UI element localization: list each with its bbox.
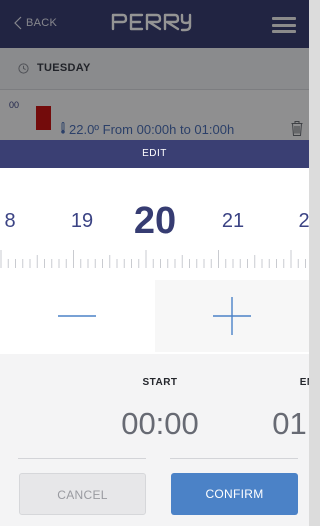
- start-label: START: [142, 377, 178, 388]
- schedule-entry-text: 22.0º From 00:00h to 01:00h: [69, 122, 235, 137]
- end-divider: [170, 458, 298, 459]
- end-label: END: [299, 377, 309, 388]
- start-divider: [18, 458, 146, 459]
- time-range-panel: START 00:00 END 01:00 CANCEL CONFIRM: [0, 354, 309, 526]
- decrease-button[interactable]: [0, 280, 155, 352]
- start-time-value[interactable]: 00:00: [83, 406, 237, 442]
- confirm-button[interactable]: CONFIRM: [171, 473, 298, 515]
- edit-title-bar: EDIT: [0, 140, 309, 168]
- increase-button[interactable]: [154, 280, 309, 352]
- app-screen: BACK TUESDAY 00 22.0º From 00:00h to 01:…: [0, 0, 309, 526]
- temperature-bar[interactable]: [36, 106, 51, 130]
- thermometer-icon: [61, 122, 65, 134]
- ruler-selected-number: 20: [133, 200, 177, 242]
- perry-logo: [111, 13, 192, 32]
- ruler-number: 8: [4, 210, 16, 232]
- ruler-number: 19: [70, 210, 94, 232]
- hamburger-menu-icon[interactable]: [272, 17, 296, 33]
- increment-controls: [0, 280, 309, 352]
- chevron-left-icon: [14, 16, 22, 30]
- top-navbar: BACK: [0, 0, 309, 48]
- back-label: BACK: [26, 17, 58, 29]
- cancel-button[interactable]: CANCEL: [19, 473, 146, 515]
- clock-icon: [18, 63, 29, 74]
- ruler-number: 2: [298, 210, 309, 232]
- end-time-value[interactable]: 01:00: [234, 406, 309, 442]
- ruler-number: 21: [221, 210, 245, 232]
- day-label: TUESDAY: [37, 62, 91, 74]
- plus-icon: [212, 297, 251, 335]
- back-button[interactable]: BACK: [14, 16, 57, 30]
- trash-icon[interactable]: [291, 121, 303, 136]
- ruler-ticks[interactable]: [0, 246, 309, 276]
- edit-sheet: 8 19 20 21 2 START 00:00 E 01 CANCEL CON…: [0, 168, 309, 526]
- day-header: TUESDAY: [0, 48, 309, 90]
- schedule-preview: 00 22.0º From 00:00h to 01:00h: [0, 90, 309, 140]
- hour-label: 00: [9, 100, 20, 110]
- temperature-ruler-labels[interactable]: 8 19 20 21 2: [0, 200, 309, 242]
- edit-title: EDIT: [142, 148, 167, 159]
- minus-icon: [58, 315, 97, 317]
